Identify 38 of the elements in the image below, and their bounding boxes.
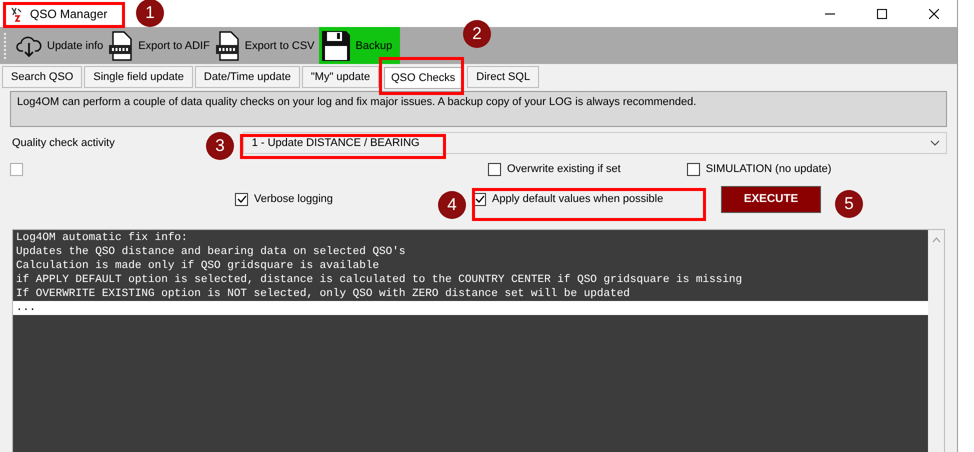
callout-badge: 3: [206, 132, 234, 160]
checkbox[interactable]: [686, 162, 700, 176]
checkbox[interactable]: [10, 162, 23, 176]
toolbar-button[interactable]: Export to CSV: [214, 27, 316, 64]
log-line: Calculation is made only if QSO gridsquare is available: [15, 259, 380, 273]
callout-badge: 5: [835, 190, 863, 218]
log-line: if APPLY DEFAULT option is selected, distance is calculated to the COUNTRY CENTER if QSO gridsquare is missing: [15, 273, 744, 287]
checkbox-label: Verbose logging: [254, 193, 333, 205]
toolbar-button[interactable]: Update info: [14, 27, 106, 64]
execute-button[interactable]: EXECUTE: [721, 186, 821, 212]
tab[interactable]: Direct SQL: [467, 66, 540, 88]
log-line: Log4OM automatic fix info:: [15, 231, 189, 245]
log-line: If OVERWRITE EXISTING option is NOT selected, only QSO with ZERO distance set will be updated: [15, 287, 631, 301]
tab[interactable]: Search QSO: [2, 66, 82, 88]
checkbox-label: Apply default values when possible: [492, 193, 664, 205]
toolbar-button[interactable]: Backup: [318, 27, 400, 64]
checkbox-label: SIMULATION (no update): [706, 163, 832, 175]
checkbox[interactable]: [235, 192, 248, 206]
toolbar-button[interactable]: Export to ADIF: [107, 27, 212, 64]
close-icon[interactable]: [929, 8, 939, 18]
activity-dropdown[interactable]: 1 - Update DISTANCE / BEARING: [242, 132, 947, 154]
app-icon: [10, 6, 24, 22]
activity-label: Quality check activity: [11, 137, 115, 149]
checkbox[interactable]: [488, 162, 501, 176]
tab[interactable]: "My" update: [302, 66, 380, 88]
tab[interactable]: Single field update: [84, 66, 193, 88]
window-title: QSO Manager: [30, 6, 108, 20]
callout-badge: 4: [438, 191, 466, 219]
chevron-down-icon: [930, 140, 940, 146]
tab[interactable]: Date/Time update: [194, 66, 300, 88]
checkbox-label: Overwrite existing if set: [507, 163, 621, 175]
maximize-icon[interactable]: [877, 8, 887, 18]
file-icon: [216, 30, 240, 60]
file-icon: [109, 30, 134, 60]
info-text: Log4OM can perform a couple of data quality checks on your log and fix major issues. A backup copy of your LOG is always recommended.: [10, 91, 947, 127]
tab[interactable]: QSO Checks: [384, 67, 462, 89]
cloud-download-icon: [16, 34, 42, 58]
log-line: Updates the QSO distance and bearing data on selected QSO's: [15, 245, 406, 259]
